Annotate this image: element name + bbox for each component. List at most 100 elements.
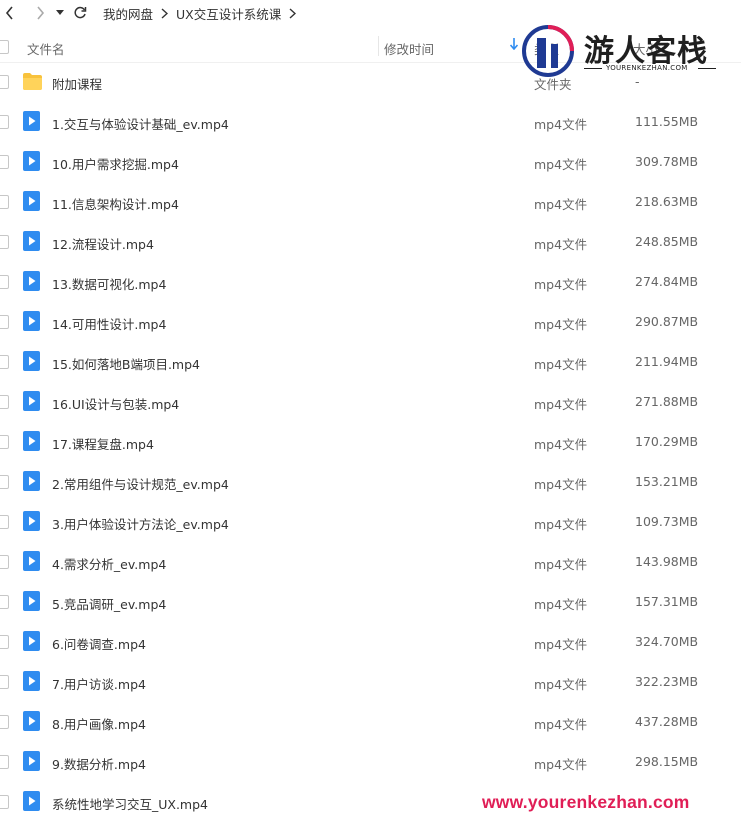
file-row[interactable]: 5.竞品调研_ev.mp4 mp4文件 157.31MB: [0, 582, 741, 622]
file-name[interactable]: 15.如何落地B端项目.mp4: [52, 354, 200, 373]
file-size: 298.15MB: [635, 754, 699, 769]
file-type: mp4文件: [534, 757, 588, 772]
file-name[interactable]: 3.用户体验设计方法论_ev.mp4: [52, 514, 229, 533]
file-row[interactable]: 9.数据分析.mp4 mp4文件 298.15MB: [0, 742, 741, 782]
file-name[interactable]: 附加课程: [52, 74, 102, 93]
refresh-icon[interactable]: [71, 0, 89, 26]
row-checkbox[interactable]: [0, 235, 9, 249]
select-all-checkbox[interactable]: [0, 40, 9, 54]
row-checkbox[interactable]: [0, 435, 9, 449]
row-checkbox[interactable]: [0, 715, 9, 729]
breadcrumb: 我的网盘 UX交互设计系统课: [103, 4, 304, 23]
row-checkbox[interactable]: [0, 315, 9, 329]
file-row[interactable]: 13.数据可视化.mp4 mp4文件 274.84MB: [0, 262, 741, 302]
file-row[interactable]: 17.课程复盘.mp4 mp4文件 170.29MB: [0, 422, 741, 462]
history-dropdown-icon[interactable]: [53, 0, 67, 26]
file-row[interactable]: 16.UI设计与包装.mp4 mp4文件 271.88MB: [0, 382, 741, 422]
file-size: 274.84MB: [635, 274, 699, 289]
file-size: 322.23MB: [635, 674, 699, 689]
video-file-icon: [23, 271, 40, 291]
file-size: 218.63MB: [635, 194, 699, 209]
file-type: mp4文件: [534, 477, 588, 492]
row-checkbox[interactable]: [0, 195, 9, 209]
row-checkbox[interactable]: [0, 755, 9, 769]
file-row[interactable]: 3.用户体验设计方法论_ev.mp4 mp4文件 109.73MB: [0, 502, 741, 542]
file-size: 437.28MB: [635, 714, 699, 729]
row-checkbox[interactable]: [0, 355, 9, 369]
file-name[interactable]: 13.数据可视化.mp4: [52, 274, 166, 293]
file-name[interactable]: 9.数据分析.mp4: [52, 754, 146, 773]
file-row[interactable]: 2.常用组件与设计规范_ev.mp4 mp4文件 153.21MB: [0, 462, 741, 502]
row-checkbox[interactable]: [0, 795, 9, 809]
file-row[interactable]: 4.需求分析_ev.mp4 mp4文件 143.98MB: [0, 542, 741, 582]
file-size: 157.31MB: [635, 594, 699, 609]
file-type: mp4文件: [534, 517, 588, 532]
logo-subtitle: YOURENKEZHAN.COM: [606, 64, 688, 72]
row-checkbox[interactable]: [0, 675, 9, 689]
video-file-icon: [23, 311, 40, 331]
file-size: 309.78MB: [635, 154, 699, 169]
row-checkbox[interactable]: [0, 115, 9, 129]
file-row[interactable]: 14.可用性设计.mp4 mp4文件 290.87MB: [0, 302, 741, 342]
file-type: mp4文件: [534, 157, 588, 172]
file-name[interactable]: 4.需求分析_ev.mp4: [52, 554, 166, 573]
file-name[interactable]: 12.流程设计.mp4: [52, 234, 154, 253]
video-file-icon: [23, 191, 40, 211]
video-file-icon: [23, 431, 40, 451]
file-row[interactable]: 12.流程设计.mp4 mp4文件 248.85MB: [0, 222, 741, 262]
logo-emblem-icon: [522, 25, 574, 77]
file-type: mp4文件: [534, 637, 588, 652]
column-divider[interactable]: [378, 36, 379, 56]
file-row[interactable]: 6.问卷调查.mp4 mp4文件 324.70MB: [0, 622, 741, 662]
file-name[interactable]: 5.竞品调研_ev.mp4: [52, 594, 166, 613]
video-file-icon: [23, 351, 40, 371]
file-row[interactable]: 8.用户画像.mp4 mp4文件 437.28MB: [0, 702, 741, 742]
row-checkbox[interactable]: [0, 635, 9, 649]
watermark-url: www.yourenkezhan.com: [482, 792, 690, 812]
breadcrumb-item-current[interactable]: UX交互设计系统课: [176, 4, 281, 23]
file-row[interactable]: 15.如何落地B端项目.mp4 mp4文件 211.94MB: [0, 342, 741, 382]
row-checkbox[interactable]: [0, 595, 9, 609]
folder-icon: [23, 73, 42, 90]
file-size: 248.85MB: [635, 234, 699, 249]
file-size: 153.21MB: [635, 474, 699, 489]
file-name[interactable]: 11.信息架构设计.mp4: [52, 194, 179, 213]
file-name[interactable]: 6.问卷调查.mp4: [52, 634, 146, 653]
breadcrumb-item-root[interactable]: 我的网盘: [103, 4, 153, 23]
file-name[interactable]: 2.常用组件与设计规范_ev.mp4: [52, 474, 229, 493]
file-name[interactable]: 7.用户访谈.mp4: [52, 674, 146, 693]
row-checkbox[interactable]: [0, 155, 9, 169]
row-checkbox[interactable]: [0, 515, 9, 529]
sort-descending-icon[interactable]: [509, 38, 519, 53]
file-size: 271.88MB: [635, 394, 699, 409]
column-header-name[interactable]: 文件名: [27, 39, 65, 58]
file-size: 143.98MB: [635, 554, 699, 569]
file-type: mp4文件: [534, 437, 588, 452]
file-name[interactable]: 14.可用性设计.mp4: [52, 314, 166, 333]
video-file-icon: [23, 591, 40, 611]
file-row[interactable]: 1.交互与体验设计基础_ev.mp4 mp4文件 111.55MB: [0, 102, 741, 142]
file-type: mp4文件: [534, 717, 588, 732]
file-name[interactable]: 16.UI设计与包装.mp4: [52, 394, 179, 413]
file-row[interactable]: 10.用户需求挖掘.mp4 mp4文件 309.78MB: [0, 142, 741, 182]
file-row[interactable]: 11.信息架构设计.mp4 mp4文件 218.63MB: [0, 182, 741, 222]
row-checkbox[interactable]: [0, 75, 9, 89]
file-name[interactable]: 17.课程复盘.mp4: [52, 434, 154, 453]
file-row[interactable]: 7.用户访谈.mp4 mp4文件 322.23MB: [0, 662, 741, 702]
file-name[interactable]: 10.用户需求挖掘.mp4: [52, 154, 179, 173]
column-header-modified[interactable]: 修改时间: [384, 39, 434, 58]
row-checkbox[interactable]: [0, 275, 9, 289]
row-checkbox[interactable]: [0, 555, 9, 569]
file-name[interactable]: 系统性地学习交互_UX.mp4: [52, 794, 208, 813]
navigation-toolbar: 我的网盘 UX交互设计系统课: [0, 0, 741, 26]
row-checkbox[interactable]: [0, 395, 9, 409]
file-name[interactable]: 1.交互与体验设计基础_ev.mp4: [52, 114, 229, 133]
logo-divider: [698, 68, 716, 69]
forward-icon[interactable]: [30, 0, 50, 26]
video-file-icon: [23, 751, 40, 771]
file-name[interactable]: 8.用户画像.mp4: [52, 714, 146, 733]
back-icon[interactable]: [0, 0, 20, 26]
video-file-icon: [23, 711, 40, 731]
row-checkbox[interactable]: [0, 475, 9, 489]
chevron-right-icon[interactable]: [289, 7, 297, 19]
